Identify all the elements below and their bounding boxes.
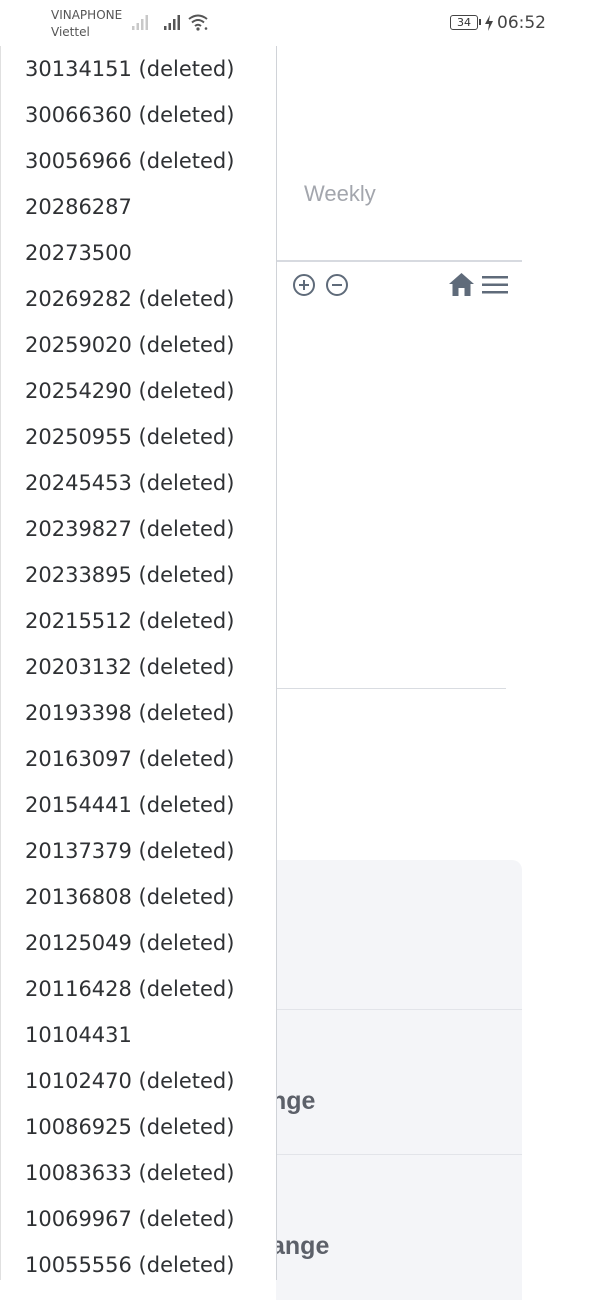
dropdown-option[interactable]: 20269282 (deleted) [25,276,234,322]
range-label: ange [271,1232,330,1260]
dropdown-option[interactable]: 20233895 (deleted) [25,552,234,598]
dropdown-option[interactable]: 30066360 (deleted) [25,92,234,138]
dropdown-option[interactable]: 10069967 (deleted) [25,1196,234,1242]
dropdown-option[interactable]: 10102470 (deleted) [25,1058,234,1104]
dropdown-option[interactable]: 20163097 (deleted) [25,736,234,782]
menu-icon[interactable] [482,275,508,295]
zoom-in-icon[interactable] [292,273,316,297]
signal-icon [132,15,148,30]
dropdown-option[interactable]: 30056966 (deleted) [25,138,234,184]
card-divider [276,1154,522,1155]
dropdown-option[interactable]: 20215512 (deleted) [25,598,234,644]
dropdown-option[interactable]: 30134151 (deleted) [25,46,234,92]
charging-bolt-icon [485,15,493,31]
home-icon[interactable] [448,272,475,297]
battery-indicator: 34 [450,15,478,30]
battery-nub [479,19,481,25]
dropdown-option[interactable]: 20116428 (deleted) [25,966,234,1012]
dropdown-option[interactable]: 20193398 (deleted) [25,690,234,736]
dropdown-option[interactable]: 20259020 (deleted) [25,322,234,368]
dropdown-option[interactable]: 20273500 [25,230,132,276]
status-bar: VINAPHONE Viettel 34 06:52 [0,0,591,46]
dropdown-option[interactable]: 20136808 (deleted) [25,874,234,920]
card-divider [276,1009,522,1010]
dropdown-option[interactable]: 20286287 [25,184,132,230]
dropdown-option[interactable]: 20254290 (deleted) [25,368,234,414]
dropdown-option[interactable]: 20203132 (deleted) [25,644,234,690]
dropdown-option[interactable]: 20137379 (deleted) [25,828,234,874]
carrier-name-1: VINAPHONE [51,8,123,22]
signal-icon [164,15,180,30]
wifi-icon [188,14,208,31]
status-time: 06:52 [497,13,546,33]
dropdown-option[interactable]: 20245453 (deleted) [25,460,234,506]
dropdown-option[interactable]: 20239827 (deleted) [25,506,234,552]
section-divider [276,688,506,689]
dropdown-option[interactable]: 20154441 (deleted) [25,782,234,828]
carrier-name-2: Viettel [51,25,90,39]
dropdown-option[interactable]: 10086925 (deleted) [25,1104,234,1150]
dropdown-list[interactable]: 30134151 (deleted) 30066360 (deleted) 3005… [0,46,277,1280]
tab-divider [276,260,522,262]
dropdown-option[interactable]: 10083633 (deleted) [25,1150,234,1196]
dropdown-option[interactable]: 20125049 (deleted) [25,920,234,966]
zoom-out-icon[interactable] [325,273,349,297]
dropdown-option[interactable]: 10104431 [25,1012,132,1058]
range-label: nge [271,1087,316,1115]
dropdown-option[interactable]: 20250955 (deleted) [25,414,234,460]
dropdown-option[interactable]: 10055556 (deleted) [25,1242,234,1280]
tab-weekly[interactable]: Weekly [304,181,376,207]
